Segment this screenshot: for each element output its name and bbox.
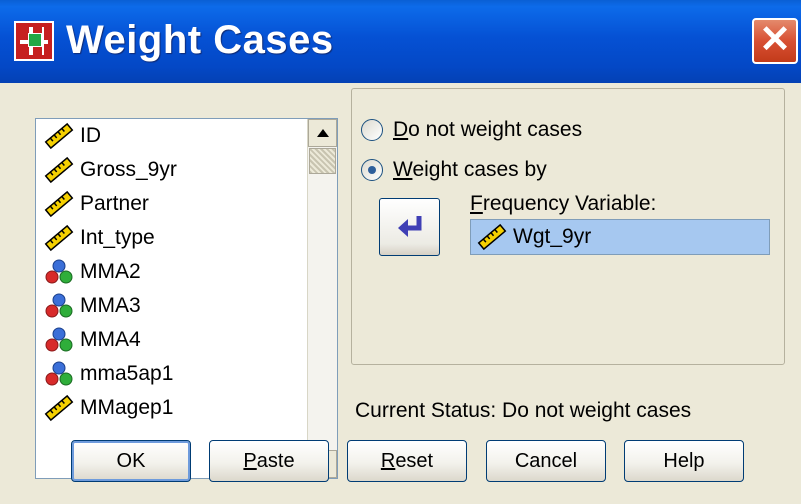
nominal-balls-icon	[45, 293, 73, 318]
scale-ruler-icon	[477, 223, 507, 251]
list-item-label: MMA3	[80, 294, 141, 317]
radio-do-not-weight[interactable]: Do not weight cases	[361, 118, 582, 142]
window-title: Weight Cases	[66, 18, 334, 62]
reset-button[interactable]: Reset	[347, 440, 467, 482]
current-status: Current Status: Do not weight cases	[355, 399, 692, 422]
list-item[interactable]: mma5ap1	[36, 357, 306, 391]
list-item-label: Partner	[80, 192, 149, 215]
list-item-label: MMagep1	[80, 396, 174, 419]
list-item-label: MMA4	[80, 328, 141, 351]
scale-ruler-icon	[44, 122, 74, 150]
source-variable-list[interactable]: ID Gross_9yr Partner Int_type MMA2 MMA3 MMA4 mm…	[35, 118, 338, 479]
list-item-label: Int_type	[80, 226, 155, 249]
list-item[interactable]: ID	[36, 119, 306, 153]
radio-circle[interactable]	[361, 119, 383, 141]
help-button[interactable]: Help	[624, 440, 744, 482]
nominal-balls-icon	[45, 259, 73, 284]
nominal-balls-icon	[45, 361, 73, 386]
scale-ruler-icon	[44, 394, 74, 422]
list-item[interactable]: Gross_9yr	[36, 153, 306, 187]
radio-label: Weight cases by	[393, 158, 547, 181]
list-item[interactable]: Partner	[36, 187, 306, 221]
list-item[interactable]: MMA4	[36, 323, 306, 357]
scroll-thumb[interactable]	[309, 148, 336, 174]
paste-button[interactable]: Paste	[209, 440, 329, 482]
title-bar: Weight Cases ✕	[0, 0, 801, 83]
radio-label: Do not weight cases	[393, 118, 583, 141]
frequency-variable-field[interactable]: Wgt_9yr	[470, 219, 770, 255]
close-button[interactable]: ✕	[752, 18, 798, 64]
list-item[interactable]: MMagep1	[36, 391, 306, 425]
list-item-label: ID	[80, 124, 101, 147]
weight-cases-app-icon	[14, 21, 54, 61]
vertical-scrollbar[interactable]	[307, 119, 337, 478]
arrow-return-icon	[397, 216, 421, 237]
scale-ruler-icon	[44, 156, 74, 184]
scale-ruler-icon	[44, 224, 74, 252]
nominal-balls-icon	[45, 327, 73, 352]
move-variable-button[interactable]	[379, 198, 440, 256]
list-item-label: Gross_9yr	[80, 158, 177, 181]
cancel-button[interactable]: Cancel	[486, 440, 606, 482]
radio-circle-selected[interactable]	[361, 159, 383, 181]
scroll-up-button[interactable]	[308, 119, 337, 147]
radio-weight-cases-by[interactable]: Weight cases by	[361, 158, 547, 182]
list-item[interactable]: Int_type	[36, 221, 306, 255]
frequency-variable-label: Frequency Variable:	[470, 192, 657, 215]
variable-items: ID Gross_9yr Partner Int_type MMA2 MMA3 MMA4 mm…	[36, 119, 306, 425]
arrow-up-icon	[316, 129, 329, 137]
frequency-variable-value: Wgt_9yr	[513, 225, 592, 248]
scale-ruler-icon	[44, 190, 74, 218]
list-item-label: MMA2	[80, 260, 141, 283]
list-item-label: mma5ap1	[80, 362, 174, 385]
ok-button[interactable]: OK	[71, 440, 191, 482]
list-item[interactable]: MMA2	[36, 255, 306, 289]
list-item[interactable]: MMA3	[36, 289, 306, 323]
